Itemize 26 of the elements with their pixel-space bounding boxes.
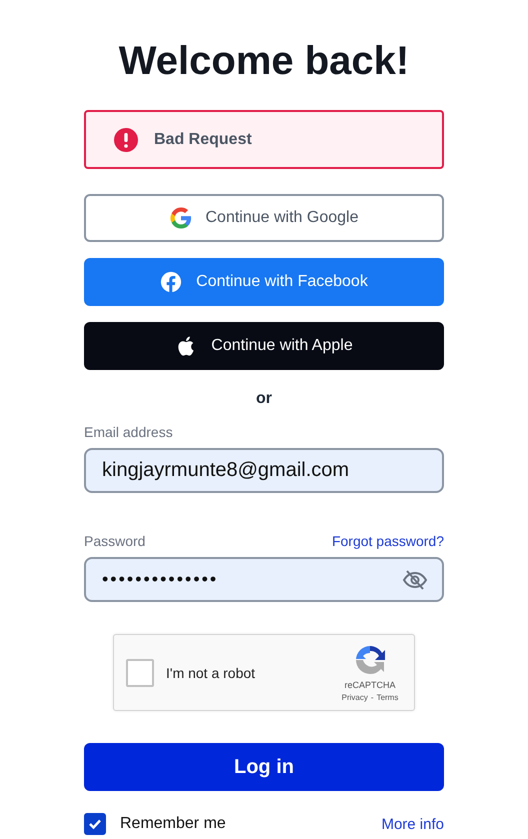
recaptcha-brand: reCAPTCHA xyxy=(344,680,396,690)
recaptcha-logo-icon xyxy=(354,644,386,676)
eye-slash-icon[interactable] xyxy=(402,570,428,590)
separator-text: - xyxy=(370,692,374,702)
remember-checkbox[interactable] xyxy=(84,813,106,835)
privacy-link[interactable]: Privacy xyxy=(342,692,368,702)
field-label: Password xyxy=(84,533,146,549)
page-title: Welcome back! xyxy=(118,38,410,85)
field-label: Email address xyxy=(84,424,174,440)
email-field[interactable]: kingjayrmunte8@gmail.com xyxy=(84,448,444,493)
terms-link[interactable]: Terms xyxy=(376,692,398,702)
forgot-password-link[interactable]: Forgot password? xyxy=(332,533,444,549)
captcha-checkbox[interactable] xyxy=(126,658,154,686)
more-info-link[interactable]: More info xyxy=(381,816,444,832)
facebook-logo-icon xyxy=(160,271,182,293)
captcha-label: I'm not a robot xyxy=(166,664,256,680)
facebook-button[interactable]: Continue with Facebook xyxy=(84,258,444,306)
google-button[interactable]: Continue with Google xyxy=(84,194,444,242)
error-icon xyxy=(114,128,138,152)
error-message: Bad Request xyxy=(154,130,252,148)
google-logo-icon xyxy=(170,207,192,229)
password-field[interactable]: •••••••••••••• xyxy=(84,557,444,602)
apple-button[interactable]: Continue with Apple xyxy=(84,322,444,370)
divider-text: or xyxy=(256,390,272,408)
login-button[interactable]: Log in xyxy=(84,743,444,791)
remember-label: Remember me xyxy=(120,815,226,833)
